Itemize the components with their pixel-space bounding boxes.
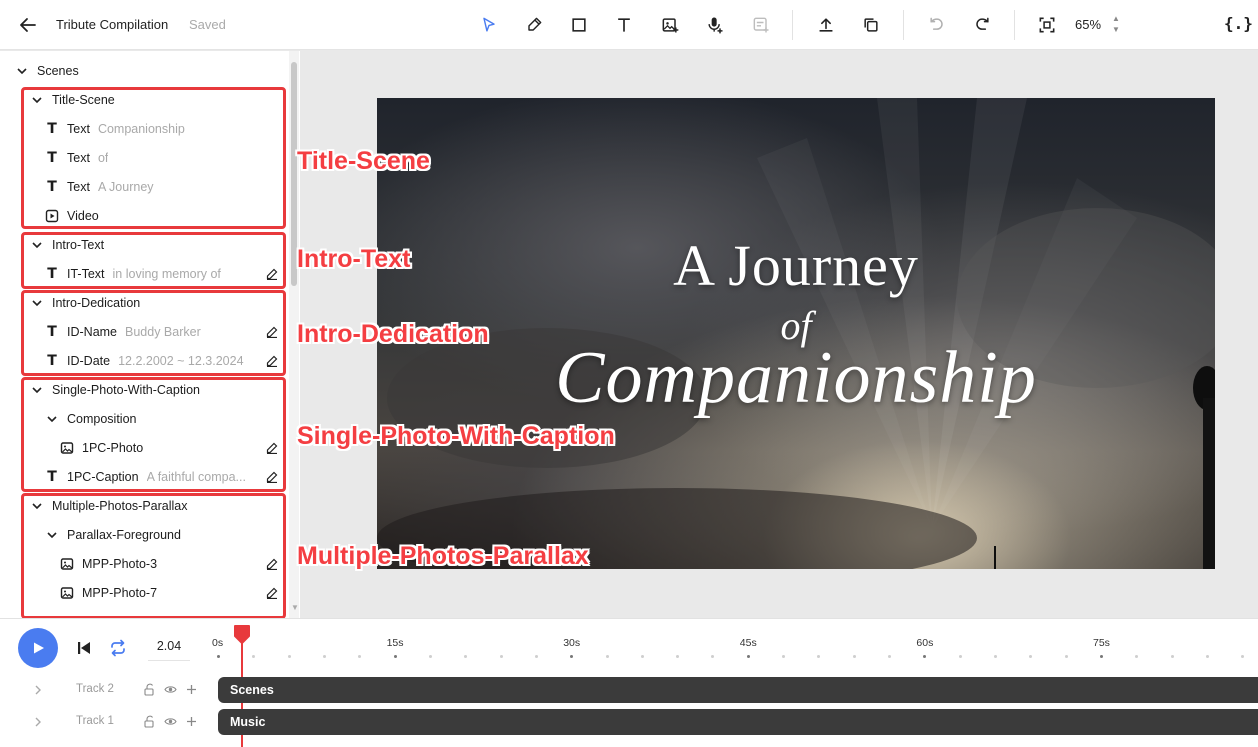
chevron-right-icon[interactable] xyxy=(31,715,45,729)
playhead-handle[interactable] xyxy=(233,624,251,644)
preview-line-1: A Journey xyxy=(673,233,919,298)
zoom-level[interactable]: 65% xyxy=(1075,17,1101,32)
ruler-tick-dot xyxy=(958,655,962,658)
track-row-2: Track 2 Scenes xyxy=(0,676,1258,704)
add-subtitles-icon[interactable] xyxy=(749,13,773,37)
video-preview-canvas[interactable]: A Journey of Companionship xyxy=(377,98,1215,569)
scroll-down-arrow-icon[interactable]: ▼ xyxy=(290,603,300,617)
add-plus-icon[interactable] xyxy=(185,683,198,696)
ruler-tick-dot xyxy=(817,655,821,658)
ruler-tick-dot xyxy=(888,655,892,658)
tree-root-scenes[interactable]: Scenes xyxy=(15,56,79,85)
chevron-down-icon xyxy=(15,64,29,78)
loop-icon[interactable] xyxy=(108,638,128,658)
annotation-intro-dedication: Intro-Dedication xyxy=(297,320,489,348)
fit-to-screen-icon[interactable] xyxy=(1035,13,1059,37)
undo-icon[interactable] xyxy=(925,13,949,37)
top-toolbar: Tribute Compilation Saved 65% ▲ ▼ {.} xyxy=(0,0,1258,50)
highlight-box-single-photo xyxy=(21,377,286,492)
ruler-tick-label: 45s xyxy=(739,637,757,649)
ruler-tick-dot xyxy=(217,655,220,658)
ruler-tick-dot xyxy=(1064,655,1068,658)
ruler-tick-dot xyxy=(393,655,397,658)
annotation-intro-text: Intro-Text xyxy=(297,245,411,273)
ruler-tick-dot xyxy=(534,655,538,658)
ruler-tick-dot xyxy=(252,655,256,658)
track-row-1: Track 1 Music xyxy=(0,708,1258,736)
ruler-tick-dot xyxy=(746,655,750,658)
highlight-box-title-scene xyxy=(21,87,286,229)
ruler-tick-dot xyxy=(923,655,927,658)
chevron-right-icon[interactable] xyxy=(31,683,45,697)
play-icon xyxy=(34,642,44,654)
eye-icon[interactable] xyxy=(164,683,177,696)
text-tool-icon[interactable] xyxy=(612,13,636,37)
ruler-tick-label: 30s xyxy=(563,637,581,649)
ruler-tick-label: 15s xyxy=(386,637,404,649)
clip-scenes[interactable]: Scenes xyxy=(218,677,1258,703)
annotation-title-scene: Title-Scene xyxy=(297,147,430,175)
track-name: Track 1 xyxy=(76,715,114,727)
ruler-tick-dot xyxy=(1100,655,1103,658)
ruler-tick-label: 0s xyxy=(212,637,224,649)
timeline-panel: 2.04 0s 15s 30s 45s 60s 75s Track 2 Scenes Tr… xyxy=(0,618,1258,747)
save-status: Saved xyxy=(189,17,226,32)
highlight-box-intro-dedication xyxy=(21,290,286,376)
select-tool-cursor-icon[interactable] xyxy=(477,13,501,37)
ruler-tick-dot xyxy=(640,655,644,658)
ruler-tick-dot xyxy=(1170,655,1174,658)
add-audio-mic-icon[interactable] xyxy=(703,13,727,37)
toolbar-divider xyxy=(792,10,793,40)
redo-icon[interactable] xyxy=(970,13,994,37)
ruler-tick-dot xyxy=(1135,655,1139,658)
ruler-tick-dot xyxy=(852,655,856,658)
timecode-display[interactable]: 2.04 xyxy=(148,635,190,661)
ruler-tick-dot xyxy=(464,655,468,658)
add-image-icon[interactable] xyxy=(658,13,682,37)
add-plus-icon[interactable] xyxy=(185,715,198,728)
project-title: Tribute Compilation xyxy=(56,17,169,32)
upload-icon[interactable] xyxy=(814,13,838,37)
ruler-tick-dot xyxy=(358,655,362,658)
ruler-tick-dot xyxy=(605,655,609,658)
ruler-tick-dot xyxy=(994,655,998,658)
lock-icon[interactable] xyxy=(143,715,156,728)
ruler-tick-label: 75s xyxy=(1093,637,1110,649)
lock-icon[interactable] xyxy=(143,683,156,696)
pen-tool-icon[interactable] xyxy=(522,13,546,37)
eye-icon[interactable] xyxy=(164,715,177,728)
ruler-tick-dot xyxy=(1205,655,1209,658)
clip-music[interactable]: Music xyxy=(218,709,1258,735)
ruler-tick-dot xyxy=(499,655,503,658)
tree-root-label: Scenes xyxy=(37,63,79,78)
ruler-tick-dot xyxy=(1241,655,1245,658)
rectangle-tool-icon[interactable] xyxy=(567,13,591,37)
ruler-tick-dot xyxy=(287,655,291,658)
skip-to-start-icon[interactable] xyxy=(74,638,94,658)
ruler-tick-dot xyxy=(1029,655,1033,658)
ruler-tick-dot xyxy=(676,655,680,658)
back-arrow-icon[interactable] xyxy=(16,13,40,37)
ruler-tick-dot xyxy=(428,655,432,658)
duplicate-icon[interactable] xyxy=(859,13,883,37)
ruler-tick-dot xyxy=(570,655,574,658)
play-button[interactable] xyxy=(18,628,58,668)
ruler-tick-dot xyxy=(322,655,326,658)
toolbar-divider xyxy=(1014,10,1015,40)
annotation-single-photo: Single-Photo-With-Caption xyxy=(297,422,615,450)
highlight-box-intro-text xyxy=(21,232,286,289)
toolbar-divider xyxy=(903,10,904,40)
json-editor-braces-icon[interactable]: {.} xyxy=(1224,14,1253,33)
highlight-box-multiple-photos xyxy=(21,493,286,619)
ruler-tick-dot xyxy=(782,655,786,658)
preview-line-3: Companionship xyxy=(555,337,1037,419)
ruler-tick-dot xyxy=(711,655,715,658)
ruler-tick-label: 60s xyxy=(916,637,934,649)
annotation-multiple-photos: Multiple-Photos-Parallax xyxy=(297,542,589,570)
track-name: Track 2 xyxy=(76,683,114,695)
zoom-stepper-icon[interactable]: ▲ ▼ xyxy=(1110,13,1122,37)
